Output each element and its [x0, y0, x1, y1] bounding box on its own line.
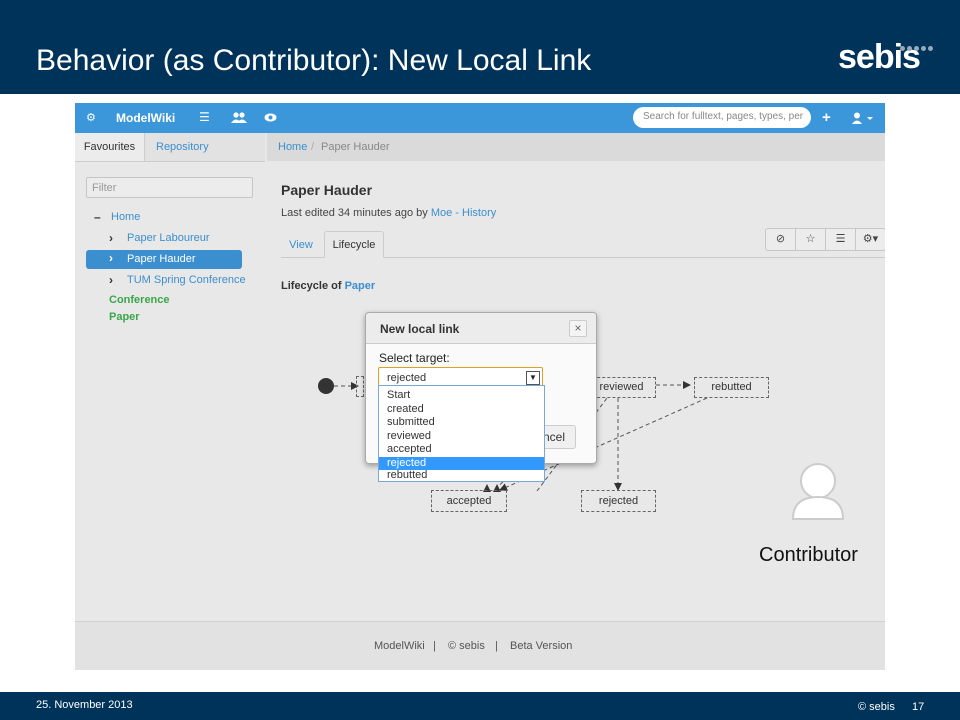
chevron-right-icon[interactable]: ›: [109, 231, 113, 245]
sebis-logo: sebis: [838, 38, 921, 76]
list-icon[interactable]: ☰: [199, 110, 210, 124]
slide-title: Behavior (as Contributor): New Local Lin…: [36, 44, 592, 77]
eye-icon[interactable]: [264, 113, 277, 122]
logo-dots: [900, 46, 940, 56]
breadcrumb-separator: /: [311, 141, 315, 153]
close-icon[interactable]: ×: [569, 320, 587, 337]
select-target-label: Select target:: [379, 351, 450, 365]
dialog-header: New local link ×: [366, 313, 596, 344]
tree-item-paper-hauder[interactable]: › Paper Hauder: [86, 250, 242, 269]
collapse-icon[interactable]: –: [94, 210, 101, 224]
target-select-value: rejected: [387, 372, 427, 384]
tree-item-paper-laboureur[interactable]: Paper Laboureur: [127, 232, 210, 244]
breadcrumb-home[interactable]: Home: [278, 141, 307, 153]
target-dropdown-list: Start created submitted reviewed accepte…: [378, 385, 545, 482]
chevron-down-icon[interactable]: ▼: [526, 371, 540, 385]
footer-copyright-sebis: © sebis: [858, 701, 895, 713]
plus-icon[interactable]: +: [822, 109, 831, 126]
option-reviewed[interactable]: reviewed: [379, 430, 544, 444]
slide-footer: 25. November 2013 © sebis 17: [0, 692, 960, 720]
breadcrumb: Home / Paper Hauder: [267, 133, 885, 161]
user-icon[interactable]: [852, 112, 874, 124]
tab-favourites[interactable]: Favourites: [75, 133, 145, 161]
option-accepted[interactable]: accepted: [379, 443, 544, 457]
start-node: [318, 378, 334, 394]
contributor-label: Contributor: [759, 544, 858, 566]
footer-date: 25. November 2013: [36, 699, 133, 711]
tree-item-label: Paper Hauder: [127, 253, 196, 265]
tree-item-tum-spring-conference[interactable]: TUM Spring Conference: [127, 274, 246, 286]
option-rejected[interactable]: rejected: [379, 456, 544, 470]
users-icon[interactable]: [231, 111, 247, 124]
search-input[interactable]: Search for fulltext, pages, types, per: [633, 107, 811, 128]
app-footer: ModelWiki | © sebis | Beta Version: [75, 621, 885, 670]
chevron-right-icon[interactable]: ›: [109, 273, 113, 287]
page-number: 17: [912, 701, 925, 713]
state-rejected[interactable]: rejected: [581, 490, 656, 512]
dialog-title: New local link: [380, 322, 460, 336]
tree-item-home[interactable]: Home: [111, 211, 140, 223]
footer-version: Beta Version: [510, 640, 573, 652]
state-node-partial: [356, 376, 364, 397]
option-rebutted[interactable]: rebutted: [379, 470, 544, 481]
option-submitted[interactable]: submitted: [379, 416, 544, 430]
footer-sep: |: [495, 640, 498, 652]
tab-repository[interactable]: Repository: [156, 133, 209, 161]
state-reviewed[interactable]: reviewed: [587, 377, 656, 398]
footer-copyright: © sebis: [448, 640, 485, 652]
footer-brand: ModelWiki: [374, 640, 425, 652]
sidebar-tabs: Favourites Repository: [75, 133, 265, 162]
chevron-right-icon: ›: [109, 251, 113, 265]
type-link-paper[interactable]: Paper: [109, 311, 140, 323]
option-start[interactable]: Start: [379, 389, 544, 403]
type-link-conference[interactable]: Conference: [109, 294, 170, 306]
brand-link[interactable]: ModelWiki: [116, 111, 175, 125]
navbar: ⚙ ModelWiki ☰ Search for fulltext, pages…: [75, 103, 885, 133]
modelwiki-app: ⚙ ModelWiki ☰ Search for fulltext, pages…: [75, 103, 885, 670]
cogs-icon[interactable]: ⚙: [86, 111, 96, 124]
state-accepted[interactable]: accepted: [431, 490, 507, 512]
option-created[interactable]: created: [379, 403, 544, 417]
footer-sep: |: [433, 640, 436, 652]
filter-input[interactable]: Filter: [86, 177, 253, 198]
contributor-avatar-icon: [791, 463, 845, 520]
state-rebutted[interactable]: rebutted: [694, 377, 769, 398]
breadcrumb-current: Paper Hauder: [321, 141, 390, 153]
